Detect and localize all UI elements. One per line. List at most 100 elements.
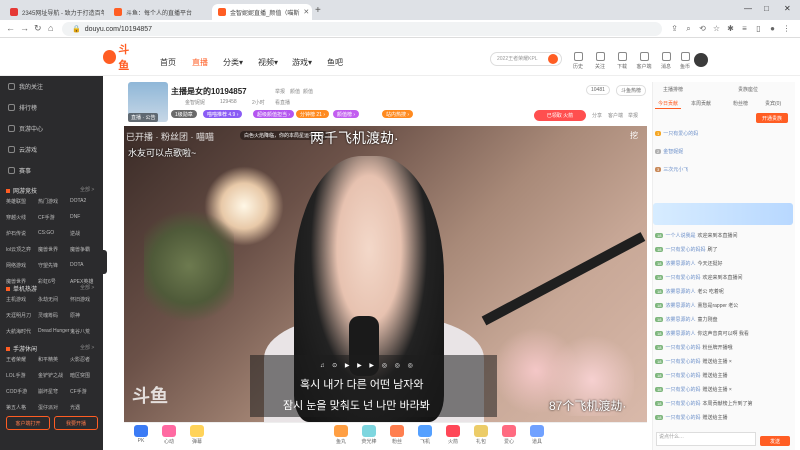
category-link[interactable]: 英雄联盟 [6,198,26,205]
gift-item[interactable]: 心动 [158,425,180,445]
start-broadcast-button[interactable]: 我要开播 [54,416,98,430]
translate-icon[interactable]: ⟲ [698,24,707,33]
menu-icon[interactable]: ⋮ [782,24,791,33]
open-client-button[interactable]: 客户端打开 [6,416,50,430]
category-link[interactable]: 守望先锋 [38,262,58,269]
category-link[interactable]: 怀旧游戏 [70,296,90,303]
url-bar[interactable]: 🔒 douyu.com/10194857 [62,22,662,36]
hot-list-button[interactable]: 斗鱼热榜 [616,85,647,96]
category-link[interactable]: 崩坏星穹 [38,388,58,395]
category-link[interactable]: CF手游 [70,388,87,395]
fans-count[interactable]: 10481 [586,85,610,95]
chat-username[interactable]: 浓雾思源的人 [665,288,695,295]
category-link[interactable]: DNF [70,214,80,220]
badge-pill[interactable]: 1级勋章 [171,110,197,118]
chat-username[interactable]: 一只有爱心的妈 [665,274,700,281]
gift-item[interactable]: 鱼丸 [330,425,352,445]
follow-list-button[interactable]: 关注 [589,52,611,70]
nav-category[interactable]: 分类▾ [223,57,243,68]
chat-username[interactable]: 一只有爱心的妈 [665,344,700,351]
gift-item[interactable]: PK [130,425,152,444]
badge-pill[interactable]: 站内热搜 › [382,110,414,118]
sidebar-item-ranking[interactable]: 排行榜 [8,103,37,112]
sidebar-collapse-handle[interactable] [103,250,107,274]
gift-item[interactable]: 道具 [526,425,548,445]
chat-username[interactable]: 一只有爱心的妈 [665,372,700,379]
sidebar-item-events[interactable]: 赛事 [8,166,31,175]
chat-username[interactable]: 浓雾思源的人 [665,302,695,309]
nav-live[interactable]: 直播 [192,57,208,68]
category-link[interactable]: 暗区突围 [70,372,90,379]
category-link[interactable]: LOL手游 [6,372,25,379]
sidebar-item-webgames[interactable]: 页游中心 [8,124,43,133]
client-watch-button[interactable]: 客户端 [608,112,623,119]
sidepanel-icon[interactable]: ▯ [754,24,763,33]
category-link[interactable]: 灵魂筹码 [38,312,58,319]
category-link[interactable]: 穿越火线 [6,214,26,221]
gift-item[interactable]: 粉丝 [386,425,408,445]
close-window-button[interactable]: ✕ [784,4,791,13]
tab-today-contribution[interactable]: 今日贡献 [655,99,682,109]
category-link[interactable]: DOTA2 [70,198,86,204]
report-button[interactable]: 举报 [628,112,638,119]
category-link[interactable]: 王者荣耀 [6,356,26,363]
tab-week-contribution[interactable]: 本周贡献 [688,99,714,108]
category-link[interactable]: Dread Hunger [38,328,69,334]
room-tag[interactable]: 颜值 [303,88,313,95]
share-icon[interactable]: ⇪ [670,24,679,33]
section-more-link[interactable]: 全部 > [80,344,94,351]
back-icon[interactable]: ← [6,23,15,33]
gift-item[interactable]: 飞机 [414,425,436,445]
category-link[interactable]: 逆战 [70,230,80,237]
nav-yuba[interactable]: 鱼吧 [327,57,343,68]
category-link[interactable]: CS:GO [38,230,54,236]
chat-username[interactable]: 一只有爱心的妈妈 [665,246,705,253]
extensions-icon[interactable]: ✱ [726,24,735,33]
category-link[interactable]: 热门游戏 [38,198,58,205]
follow-button[interactable]: 已领取 火箭 [534,110,586,121]
category-link[interactable]: 大航海时代 [6,328,31,335]
category-link[interactable]: CF手游 [38,214,55,221]
zoom-icon[interactable]: ⌕ [684,24,693,33]
section-more-link[interactable]: 全部 > [80,186,94,193]
rank-item[interactable]: 2 金智妮妮 [655,148,683,155]
browser-tab[interactable]: 2345网址导航 - 致力于打造百年 [4,4,104,20]
badge-pill[interactable]: 颜值榜 › [333,110,360,118]
forward-icon[interactable]: → [20,23,29,33]
category-link[interactable]: 网络游戏 [6,262,26,269]
tab-vip[interactable]: 贵宾(0) [762,99,784,108]
category-link[interactable]: 魔兽争霸 [70,246,90,253]
room-tag[interactable]: 颜值 [290,88,300,95]
download-button[interactable]: 下载 [611,52,633,70]
tab-fans-rank[interactable]: 粉丝榜 [730,99,751,108]
share-button[interactable]: 分享 [592,112,602,119]
chat-username[interactable]: 一只有爱心的妈 [665,358,700,365]
gift-item[interactable]: 荧光棒 [358,425,380,445]
promo-banner[interactable] [653,203,793,225]
chat-username[interactable]: 一个人说我是 [665,232,695,239]
maximize-button[interactable]: □ [764,4,769,13]
category-link[interactable]: 和平精英 [38,356,58,363]
category-link[interactable]: 第五人格 [6,404,26,411]
badge-pill[interactable]: 超级颜值担当 › [253,110,295,118]
category-link[interactable]: 天涯明月刀 [6,312,31,319]
chat-username[interactable]: 一只有爱心的妈 [665,400,700,407]
category-link[interactable]: 光遇 [70,404,80,411]
gift-item[interactable]: 弹幕 [186,425,208,445]
chat-username[interactable]: 浓雾思源的人 [665,316,695,323]
chat-username[interactable]: 一只有爱心的妈 [665,386,700,393]
rank-item[interactable]: 1 一只有爱心的妈 [655,130,698,137]
category-link[interactable]: 火影忍者 [70,356,90,363]
browser-tab-active[interactable]: 金智妮妮直播_颜值（喵斯 ✕ [212,4,312,20]
section-more-link[interactable]: 全部 > [80,284,94,291]
bookmark-icon[interactable]: ☆ [712,24,721,33]
category-link[interactable]: 魔兽世界 [38,246,58,253]
rank-item[interactable]: 3 三次元小飞 [655,166,688,173]
category-link[interactable]: DOTA [70,262,84,268]
badge-pill[interactable]: 分钟榜 21 › [296,110,330,118]
home-icon[interactable]: ⌂ [48,23,53,33]
sidebar-item-following[interactable]: 我的关注 [8,82,43,91]
nav-video[interactable]: 视频▾ [258,57,278,68]
tab-close-icon[interactable]: ✕ [303,8,309,16]
sidebar-item-cloud-games[interactable]: 云游戏 [8,145,37,154]
